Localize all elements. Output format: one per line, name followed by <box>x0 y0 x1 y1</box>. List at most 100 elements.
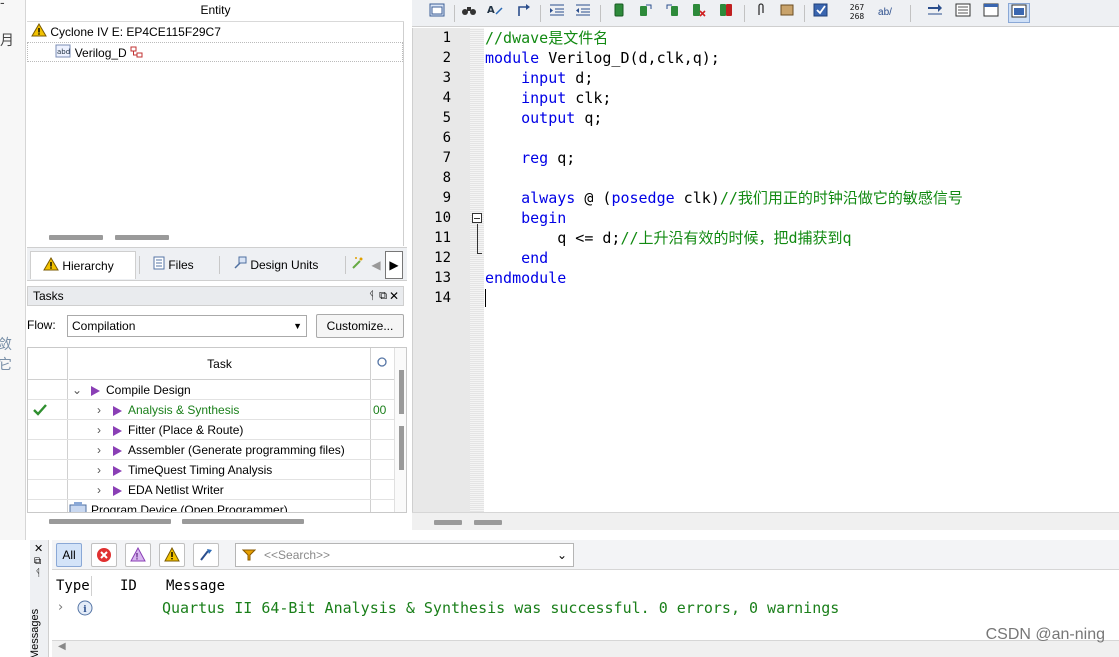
code-line[interactable]: reg q; <box>485 148 575 168</box>
navigator-hscroll-right[interactable] <box>115 235 169 240</box>
bookmark-toggle-button[interactable] <box>608 3 630 23</box>
panel-active-icon <box>1011 4 1027 18</box>
bookmark-clear-all-button[interactable] <box>716 3 738 23</box>
replace-button[interactable]: A <box>484 3 506 23</box>
editor-hscroll-thumb-2[interactable] <box>474 520 502 525</box>
close-icon[interactable]: ✕ <box>389 287 399 305</box>
scroll-left-arrow-icon[interactable]: ◀ <box>58 641 66 652</box>
tab-scroll-right-button[interactable]: ▶ <box>385 251 403 279</box>
run-task-icon[interactable] <box>91 385 100 396</box>
task-row[interactable]: › Assembler (Generate programming files) <box>28 440 394 460</box>
editor-hscroll[interactable] <box>412 512 1119 530</box>
messages-hscroll[interactable]: ◀ <box>52 640 1119 657</box>
messages-side-tab[interactable]: ✕ ⧉ ᛩ Messages <box>29 540 49 657</box>
task-hscroll-right[interactable] <box>182 519 304 524</box>
pin-icon[interactable]: ᛩ <box>368 287 375 305</box>
run-task-icon[interactable] <box>113 405 122 416</box>
entity-column-header[interactable]: Entity <box>27 0 404 22</box>
toggle-comment-button[interactable]: ab/ <box>872 3 898 23</box>
tab-scroll-left-button[interactable]: ◀ <box>369 253 383 277</box>
chevron-right-icon[interactable]: › <box>93 480 105 500</box>
code-line[interactable]: end <box>485 248 548 268</box>
time-column-header[interactable] <box>372 348 394 380</box>
tab-ip-components[interactable] <box>347 251 369 279</box>
line-counter-button[interactable]: 267 268 <box>844 3 870 23</box>
filter-all-button[interactable]: All <box>56 543 82 567</box>
check-syntax-button[interactable] <box>810 3 832 23</box>
bookmark-clear-button[interactable] <box>688 3 710 23</box>
chevron-right-icon[interactable]: › <box>58 597 63 619</box>
run-task-icon[interactable] <box>113 425 122 436</box>
task-table-vscroll[interactable] <box>394 348 406 512</box>
funnel-icon <box>242 549 256 561</box>
customize-button[interactable]: Customize... <box>316 314 404 338</box>
search-combobox[interactable]: <<Search>> ⌄ <box>235 543 574 567</box>
code-line[interactable]: begin <box>485 208 566 228</box>
increase-indent-button[interactable] <box>546 3 568 23</box>
goto-line-button[interactable] <box>512 3 534 23</box>
filter-suppressed-button[interactable] <box>193 543 219 567</box>
code-line[interactable]: endmodule <box>485 268 566 288</box>
panel-left-button[interactable] <box>952 3 974 23</box>
code-line[interactable]: //dwave是文件名 <box>485 28 608 48</box>
close-icon[interactable]: ✕ <box>34 542 43 555</box>
attach-button[interactable] <box>750 3 772 23</box>
editor-hscroll-thumb[interactable] <box>434 520 462 525</box>
code-line[interactable]: module Verilog_D(d,clk,q); <box>485 48 720 68</box>
jump-right-button[interactable] <box>924 3 946 23</box>
code-line[interactable]: input d; <box>485 68 593 88</box>
task-hscroll-left[interactable] <box>49 519 171 524</box>
panel-active-button[interactable] <box>1008 3 1030 23</box>
task-row[interactable]: › Analysis & Synthesis 00 <box>28 400 394 420</box>
run-task-icon[interactable] <box>113 485 122 496</box>
chevron-right-icon[interactable]: › <box>93 400 105 420</box>
navigator-hscroll-left[interactable] <box>49 235 103 240</box>
id-column-header[interactable]: ID <box>120 576 137 596</box>
task-row[interactable]: › EDA Netlist Writer <box>28 480 394 500</box>
tab-hierarchy-label: Hierarchy <box>62 259 114 273</box>
bookmark-prev-button[interactable] <box>662 3 684 23</box>
run-task-icon[interactable] <box>113 465 122 476</box>
message-column-header[interactable]: Message <box>166 576 225 596</box>
filter-critical-warning-button[interactable]: ! <box>125 543 151 567</box>
run-task-icon[interactable] <box>113 445 122 456</box>
scroll-button[interactable] <box>776 3 798 23</box>
tab-files[interactable]: Files <box>141 251 219 279</box>
bookmark-next-button[interactable] <box>634 3 656 23</box>
task-row[interactable]: ⌄ Compile Design <box>28 380 394 400</box>
chevron-right-icon[interactable]: › <box>93 420 105 440</box>
programmer-icon[interactable] <box>69 501 87 512</box>
code-line[interactable]: q <= d;//上升沿有效的时候，把d捕获到q <box>485 228 851 248</box>
task-table-vscroll-thumb-2[interactable] <box>399 426 404 470</box>
float-window-icon[interactable]: ⧉ <box>34 556 41 567</box>
pin-icon[interactable]: ᛩ <box>35 568 41 579</box>
chevron-right-icon[interactable]: › <box>93 460 105 480</box>
info-icon: i <box>77 600 93 616</box>
task-row[interactable]: Program Device (Open Programmer) <box>28 500 394 512</box>
top-entity-tree-item[interactable]: abd Verilog_D <box>27 42 403 62</box>
flow-select[interactable]: Compilation ▼ <box>67 315 307 337</box>
float-window-icon[interactable]: ⧉ <box>379 287 387 305</box>
decrease-indent-button[interactable] <box>572 3 594 23</box>
task-column-header[interactable]: Task <box>69 348 371 380</box>
task-table-vscroll-thumb[interactable] <box>399 370 404 414</box>
code-line[interactable]: always @ (posedge clk)//我们用正的时钟沿做它的敏感信号 <box>485 188 963 208</box>
device-tree-item[interactable]: Cyclone IV E: EP4CE115F29C7 <box>31 22 221 42</box>
chevron-down-icon[interactable]: ⌄ <box>71 380 83 400</box>
code-line[interactable]: input clk; <box>485 88 611 108</box>
filter-error-button[interactable] <box>91 543 117 567</box>
chevron-right-icon[interactable]: › <box>93 440 105 460</box>
code-line[interactable]: output q; <box>485 108 602 128</box>
find-button[interactable] <box>458 3 480 23</box>
panel-right-button[interactable] <box>980 3 1002 23</box>
tab-design-units[interactable]: Design Units <box>221 251 345 279</box>
task-row[interactable]: › TimeQuest Timing Analysis <box>28 460 394 480</box>
type-column-header[interactable]: Type <box>56 576 92 596</box>
fold-collapse-icon[interactable] <box>472 213 482 223</box>
filter-warning-button[interactable] <box>159 543 185 567</box>
message-row[interactable]: › i Quartus II 64-Bit Analysis & Synthes… <box>52 597 1119 619</box>
insert-template-button[interactable] <box>426 3 448 23</box>
code-editor[interactable]: 1 2 3 4 5 6 7 8 9 10 11 12 13 14 //dwave是文件名 module Ve… <box>412 28 1119 512</box>
tab-hierarchy[interactable]: Hierarchy <box>30 251 136 279</box>
task-row[interactable]: › Fitter (Place & Route) <box>28 420 394 440</box>
